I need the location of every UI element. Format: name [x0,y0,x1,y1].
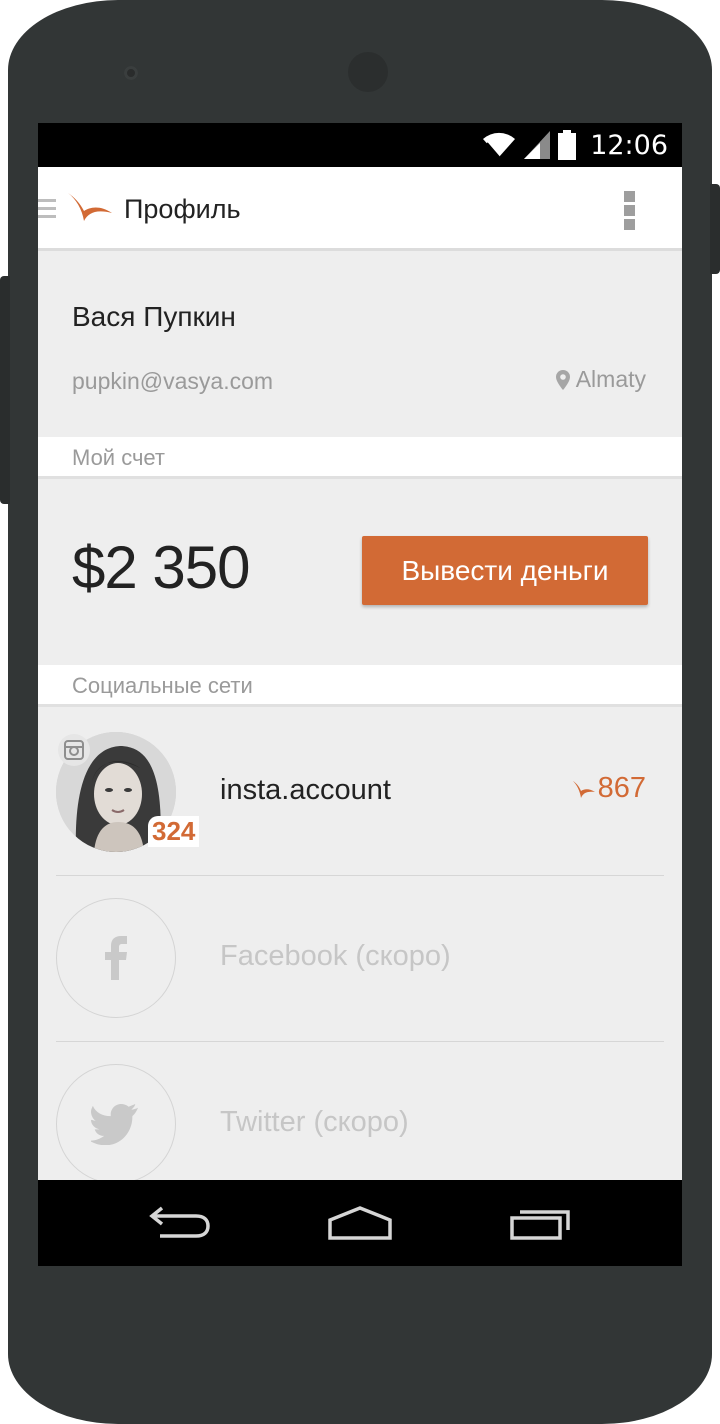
menu-icon[interactable] [38,199,56,221]
twitter-label: Twitter (скоро) [220,1106,409,1138]
facebook-icon [56,898,176,1018]
earpiece-speaker [348,52,388,92]
balance-amount: $2 350 [72,534,251,601]
section-header-social: Социальные сети [38,665,682,707]
section-header-label: Мой счет [72,445,166,470]
wifi-icon [483,132,516,158]
power-button [710,184,720,274]
section-header-account: Мой счет [38,437,682,479]
social-row-instagram[interactable]: 324 insta.account 867 [38,710,682,876]
status-time: 12:06 [590,129,668,161]
profile-card: Вася Пупкин pupkin@vasya.com Almaty [38,254,682,437]
balance-card: $2 350 Вывести деньги [38,481,682,665]
signal-icon [524,131,551,159]
score-badge: 867 [572,772,646,805]
app-logo-bird-icon[interactable] [66,189,114,225]
user-location: Almaty [555,366,646,393]
nav-bar [38,1180,682,1266]
location-pin-icon [555,369,570,390]
section-header-label: Социальные сети [72,673,253,698]
page-title: Профиль [124,194,241,224]
twitter-icon [56,1064,176,1184]
status-bar: 12:06 [38,123,682,167]
screen: 12:06 Профиль Вася Пупкин pupkin@vasya.c… [38,123,682,1266]
battery-icon [558,130,577,160]
bird-icon [572,780,595,798]
facebook-label: Facebook (скоро) [220,940,451,972]
recents-icon[interactable] [508,1202,572,1242]
account-name: insta.account [220,774,391,806]
user-email: pupkin@vasya.com [72,368,274,394]
social-row-facebook: Facebook (скоро) [38,876,682,1042]
front-camera [124,66,138,80]
overflow-menu-icon[interactable] [624,191,636,231]
user-name: Вася Пупкин [72,301,236,332]
instagram-icon [58,734,90,766]
score-value: 867 [597,772,646,804]
withdraw-button[interactable]: Вывести деньги [362,536,648,605]
home-icon[interactable] [326,1202,394,1242]
back-icon[interactable] [148,1202,212,1242]
app-bar: Профиль [38,167,682,251]
volume-button [0,276,10,504]
follower-count: 324 [148,816,200,847]
user-city: Almaty [575,366,646,392]
